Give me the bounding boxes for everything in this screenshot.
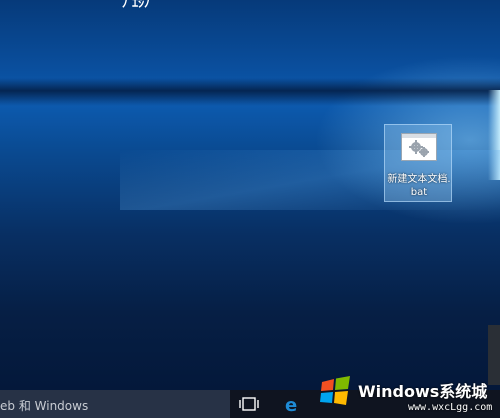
task-view-button[interactable] — [238, 394, 260, 414]
search-box[interactable]: eb 和 Windows — [0, 390, 230, 418]
bat-file-icon — [401, 133, 437, 161]
edge-browser-button[interactable]: e — [282, 394, 304, 416]
task-view-icon — [239, 397, 259, 411]
desktop-screen: ﾉ ｴｼﾉ 新建文本文档.bat eb 和 Windows e Windows系… — [0, 0, 500, 418]
file-icon-label: 新建文本文档.bat — [387, 174, 451, 198]
desktop-file-icon[interactable]: 新建文本文档.bat — [384, 124, 452, 202]
windows-logo-icon — [320, 376, 350, 405]
svg-text:e: e — [285, 395, 297, 414]
search-placeholder: eb 和 Windows — [0, 399, 89, 413]
edge-browser-icon: e — [285, 395, 297, 416]
watermark-title: Windows系统城 — [358, 382, 488, 401]
watermark: Windows系统城 www.wxcLgg.com — [318, 372, 500, 418]
partial-top-text: ﾉ ｴｼﾉ — [122, 0, 151, 10]
watermark-url: www.wxcLgg.com — [408, 402, 493, 413]
